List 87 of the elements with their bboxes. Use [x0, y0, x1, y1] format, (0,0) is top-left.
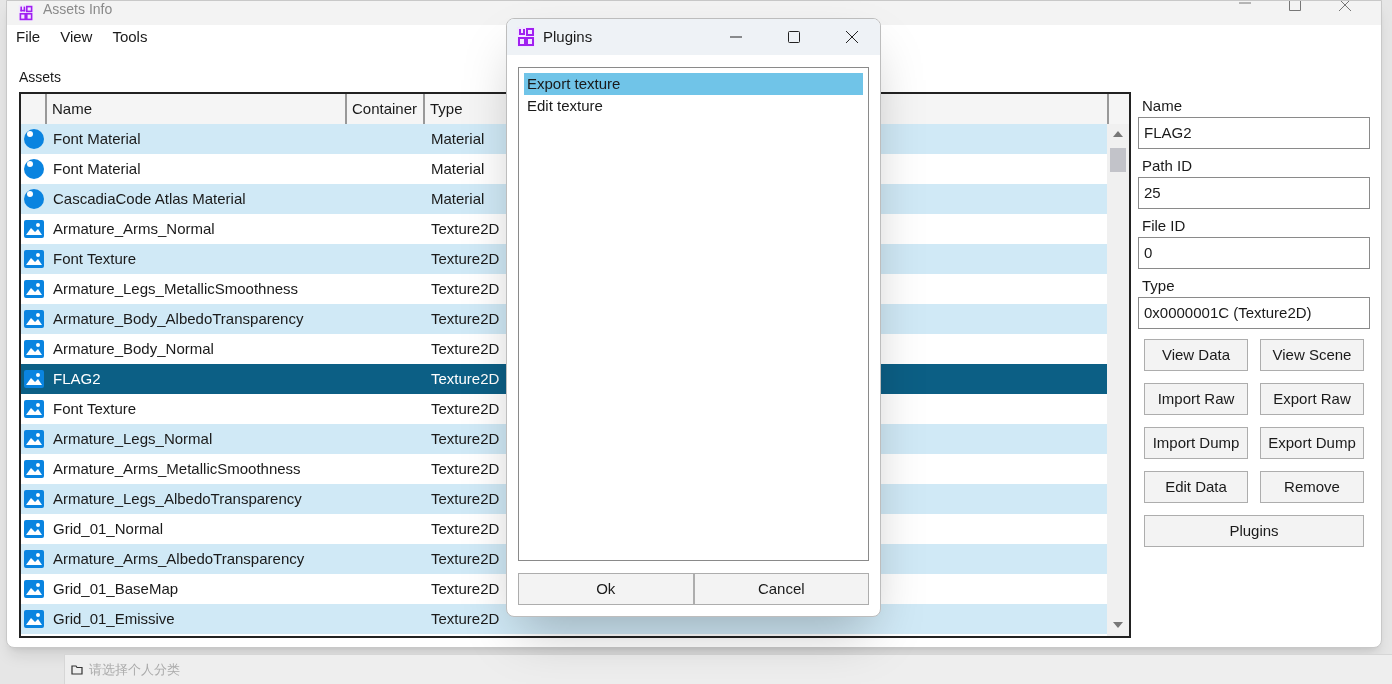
- maximize-icon[interactable]: [788, 31, 800, 43]
- table-cell-text: Armature_Body_AlbedoTransparency: [52, 308, 305, 329]
- field-label: Name: [1141, 96, 1183, 116]
- field-label: Type: [1141, 276, 1176, 296]
- table-cell-text: Armature_Legs_AlbedoTransparency: [52, 488, 303, 509]
- text-field[interactable]: 0x0000001C (Texture2D): [1138, 297, 1370, 329]
- image-icon: [24, 520, 44, 538]
- table-cell-text: FLAG2: [52, 368, 102, 389]
- field-label: Path ID: [1141, 156, 1194, 176]
- menu-item[interactable]: Tools: [112, 25, 148, 49]
- assets-label: Assets: [19, 68, 61, 87]
- scroll-up-icon[interactable]: [1113, 131, 1123, 137]
- table-cell-text: Texture2D: [430, 368, 501, 389]
- table-cell-text: Texture2D: [430, 488, 501, 509]
- table-cell-text: Grid_01_BaseMap: [52, 578, 180, 599]
- table-cell-text: Texture2D: [430, 578, 501, 599]
- category-placeholder: 请选择个人分类: [89, 661, 180, 680]
- app-logo-icon: [517, 27, 535, 47]
- action-button[interactable]: View Data: [1144, 339, 1248, 371]
- image-icon: [24, 250, 44, 268]
- table-cell-text: Material: [430, 188, 486, 209]
- sphere-icon: [24, 159, 44, 179]
- table-cell-text: Material: [430, 158, 486, 179]
- sphere-icon: [24, 129, 44, 149]
- text-field[interactable]: FLAG2: [1138, 117, 1370, 149]
- action-button[interactable]: Remove: [1260, 471, 1364, 503]
- sphere-icon: [24, 189, 44, 209]
- window-title: Assets Info: [43, 0, 113, 19]
- table-cell-text: Grid_01_Normal: [52, 518, 165, 539]
- table-cell-text: Texture2D: [430, 248, 501, 269]
- image-icon: [24, 610, 44, 628]
- table-cell-text: Texture2D: [430, 278, 501, 299]
- close-icon[interactable]: [846, 31, 858, 43]
- image-icon: [24, 340, 44, 358]
- image-icon: [24, 310, 44, 328]
- menu-item[interactable]: View: [60, 25, 93, 49]
- action-button[interactable]: Import Dump: [1144, 427, 1248, 459]
- scrollbar[interactable]: [1107, 124, 1129, 636]
- image-icon: [24, 370, 44, 388]
- action-button[interactable]: Edit Data: [1144, 471, 1248, 503]
- table-cell-text: Armature_Arms_MetallicSmoothness: [52, 458, 302, 479]
- image-icon: [24, 550, 44, 568]
- folder-icon: [71, 665, 83, 675]
- table-cell-text: CascadiaCode Atlas Material: [52, 188, 247, 209]
- table-cell-text: Armature_Body_Normal: [52, 338, 215, 359]
- scroll-thumb[interactable]: [1110, 148, 1126, 172]
- table-cell-text: Texture2D: [430, 338, 501, 359]
- dialog-button[interactable]: Ok: [518, 573, 694, 605]
- image-icon: [24, 400, 44, 418]
- action-button[interactable]: Export Raw: [1260, 383, 1364, 415]
- image-icon: [24, 490, 44, 508]
- table-cell-text: Texture2D: [430, 608, 501, 629]
- action-button[interactable]: Export Dump: [1260, 427, 1364, 459]
- action-button[interactable]: View Scene: [1260, 339, 1364, 371]
- action-button[interactable]: Import Raw: [1144, 383, 1248, 415]
- app-logo-icon: [17, 5, 35, 21]
- table-cell-text: Font Texture: [52, 248, 138, 269]
- image-icon: [24, 220, 44, 238]
- table-cell-text: Font Texture: [52, 398, 138, 419]
- table-cell-text: Font Material: [52, 128, 142, 149]
- table-cell-text: Texture2D: [430, 428, 501, 449]
- table-cell-text: Armature_Arms_AlbedoTransparency: [52, 548, 306, 569]
- table-cell-text: Texture2D: [430, 458, 501, 479]
- table-cell-text: Font Material: [52, 158, 142, 179]
- table-cell-text: Texture2D: [430, 518, 501, 539]
- dialog-button[interactable]: Cancel: [693, 573, 869, 605]
- image-icon: [24, 280, 44, 298]
- text-field[interactable]: 0: [1138, 237, 1370, 269]
- plugins-button[interactable]: Plugins: [1144, 515, 1364, 547]
- table-cell-text: Material: [430, 128, 486, 149]
- scroll-down-icon[interactable]: [1113, 622, 1123, 628]
- table-cell-text: Texture2D: [430, 308, 501, 329]
- image-icon: [24, 580, 44, 598]
- table-cell-text: Texture2D: [430, 548, 501, 569]
- dialog-title: Plugins: [543, 26, 593, 47]
- image-icon: [24, 460, 44, 478]
- table-cell-text: Grid_01_Emissive: [52, 608, 176, 629]
- table-cell-text: Texture2D: [430, 398, 501, 419]
- image-icon: [24, 430, 44, 448]
- table-cell-text: Armature_Arms_Normal: [52, 218, 216, 239]
- list-item[interactable]: Export texture: [524, 73, 863, 95]
- field-label: File ID: [1141, 216, 1187, 236]
- menu-item[interactable]: File: [16, 25, 41, 49]
- table-cell-text: Armature_Legs_Normal: [52, 428, 214, 449]
- table-cell-text: Armature_Legs_MetallicSmoothness: [52, 278, 300, 299]
- text-field[interactable]: 25: [1138, 177, 1370, 209]
- table-cell-text: Texture2D: [430, 218, 501, 239]
